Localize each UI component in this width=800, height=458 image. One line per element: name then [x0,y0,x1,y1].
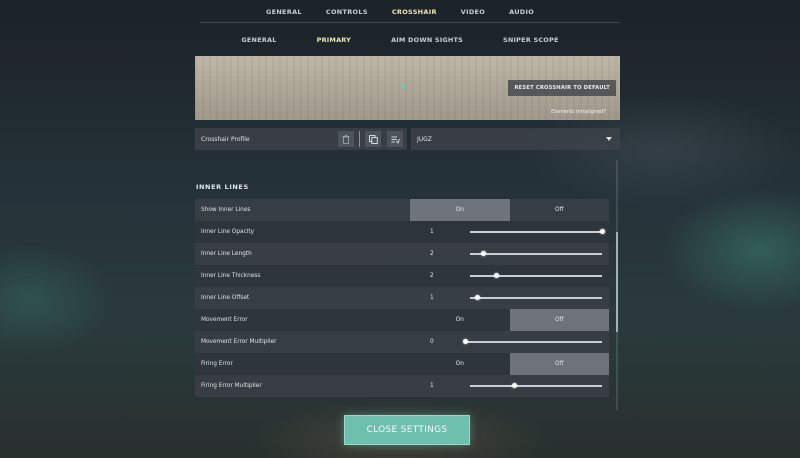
reset-crosshair-button[interactable]: RESET CROSSHAIR TO DEFAULT [508,80,616,96]
crosshair-profile-row: Crosshair Profile JUGZ [195,128,620,150]
show-inner-lines-toggle: On Off [410,199,609,221]
icon-divider [359,131,360,147]
toggle-off-option[interactable]: Off [509,353,609,375]
setting-label: Show Inner Lines [201,207,251,213]
setting-inner-line-offset: Inner Line Offset 1 [195,287,609,309]
copy-icon[interactable] [365,131,381,147]
toggle-off-option[interactable]: Off [509,309,609,331]
setting-firing-error: Firing Error On Off [195,353,609,375]
profile-controls: Crosshair Profile [195,128,407,150]
slider-value[interactable]: 2 [430,273,434,279]
setting-label: Inner Line Opacity [201,229,255,235]
profile-label: Crosshair Profile [201,135,250,143]
slider-value[interactable]: 1 [430,295,434,301]
crosshair-icon [402,85,405,88]
slider-value[interactable]: 0 [430,339,434,345]
setting-inner-line-length: Inner Line Length 2 [195,243,609,265]
misaligned-link[interactable]: Elements misaligned? [551,109,606,115]
slider-handle[interactable] [474,295,480,300]
tab-general[interactable]: GENERAL [254,0,314,22]
nav-divider [200,22,620,23]
setting-inner-line-thickness: Inner Line Thickness 2 [195,265,609,287]
toggle-on-option[interactable]: On [410,353,510,375]
setting-movement-error-multiplier: Movement Error Multiplier 0 [195,331,609,353]
subtab-primary[interactable]: PRIMARY [297,30,371,50]
firing-error-multiplier-slider[interactable] [470,383,602,388]
setting-label: Movement Error [201,317,248,323]
subtab-sniper-scope[interactable]: SNIPER SCOPE [483,30,579,50]
toggle-on-option[interactable]: On [410,199,510,221]
close-settings-button[interactable]: CLOSE SETTINGS [344,415,470,445]
slider-value[interactable]: 1 [430,383,434,389]
import-icon[interactable] [387,131,403,147]
tab-audio[interactable]: AUDIO [497,0,546,22]
setting-show-inner-lines: Show Inner Lines On Off [195,199,609,221]
chevron-down-icon [606,137,612,141]
top-nav: GENERAL CONTROLS CROSSHAIR VIDEO AUDIO [0,0,800,22]
tab-crosshair[interactable]: CROSSHAIR [380,0,449,22]
profile-select[interactable]: JUGZ [411,128,620,150]
tab-controls[interactable]: CONTROLS [314,0,380,22]
slider-handle[interactable] [494,273,500,278]
setting-label: Firing Error Multiplier [201,383,262,389]
setting-label: Inner Line Length [201,251,252,257]
toggle-on-option[interactable]: On [410,309,510,331]
slider-handle[interactable] [463,339,468,344]
inner-line-length-slider[interactable] [470,251,602,256]
settings-scrollbar[interactable] [616,160,618,410]
subtab-general[interactable]: GENERAL [221,30,296,50]
section-title: INNER LINES [196,183,249,191]
slider-value[interactable]: 2 [430,251,434,257]
slider-handle[interactable] [481,251,487,256]
movement-error-multiplier-slider[interactable] [463,339,602,344]
setting-inner-line-opacity: Inner Line Opacity 1 [195,221,609,243]
firing-error-toggle: On Off [410,353,609,375]
setting-label: Inner Line Thickness [201,273,261,279]
subtab-aim-down-sights[interactable]: AIM DOWN SIGHTS [371,30,483,50]
setting-label: Firing Error [201,361,233,367]
settings-list: Show Inner Lines On Off Inner Line Opaci… [195,199,609,397]
inner-line-thickness-slider[interactable] [470,273,602,278]
setting-firing-error-multiplier: Firing Error Multiplier 1 [195,375,609,397]
slider-handle[interactable] [600,229,605,234]
profile-selected-value: JUGZ [417,135,432,143]
sub-nav: GENERAL PRIMARY AIM DOWN SIGHTS SNIPER S… [0,30,800,50]
setting-label: Movement Error Multiplier [201,339,277,345]
scrollbar-thumb[interactable] [616,232,618,332]
inner-line-opacity-slider[interactable] [470,229,605,234]
crosshair-preview: RESET CROSSHAIR TO DEFAULT Elements misa… [195,56,620,120]
setting-movement-error: Movement Error On Off [195,309,609,331]
setting-label: Inner Line Offset [201,295,250,301]
trash-icon[interactable] [338,131,354,147]
toggle-off-option[interactable]: Off [510,199,610,221]
movement-error-toggle: On Off [410,309,609,331]
slider-handle[interactable] [511,383,517,388]
inner-line-offset-slider[interactable] [470,295,602,300]
slider-value[interactable]: 1 [430,229,434,235]
tab-video[interactable]: VIDEO [449,0,497,22]
